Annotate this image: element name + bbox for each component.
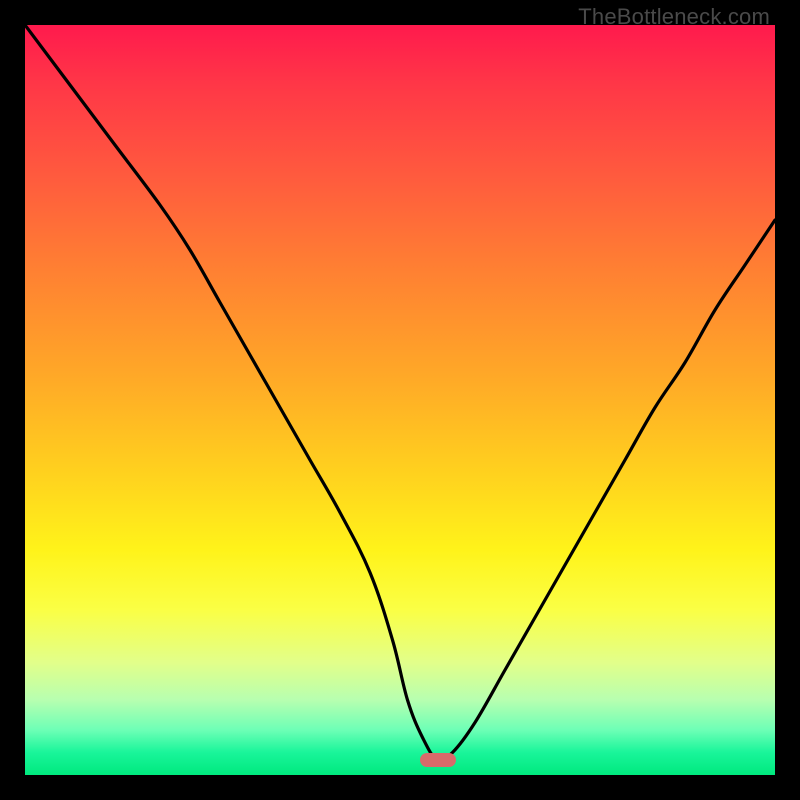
chart-frame: TheBottleneck.com [0, 0, 800, 800]
bottleneck-curve [25, 25, 775, 775]
plot-area [25, 25, 775, 775]
optimum-marker [420, 753, 456, 767]
